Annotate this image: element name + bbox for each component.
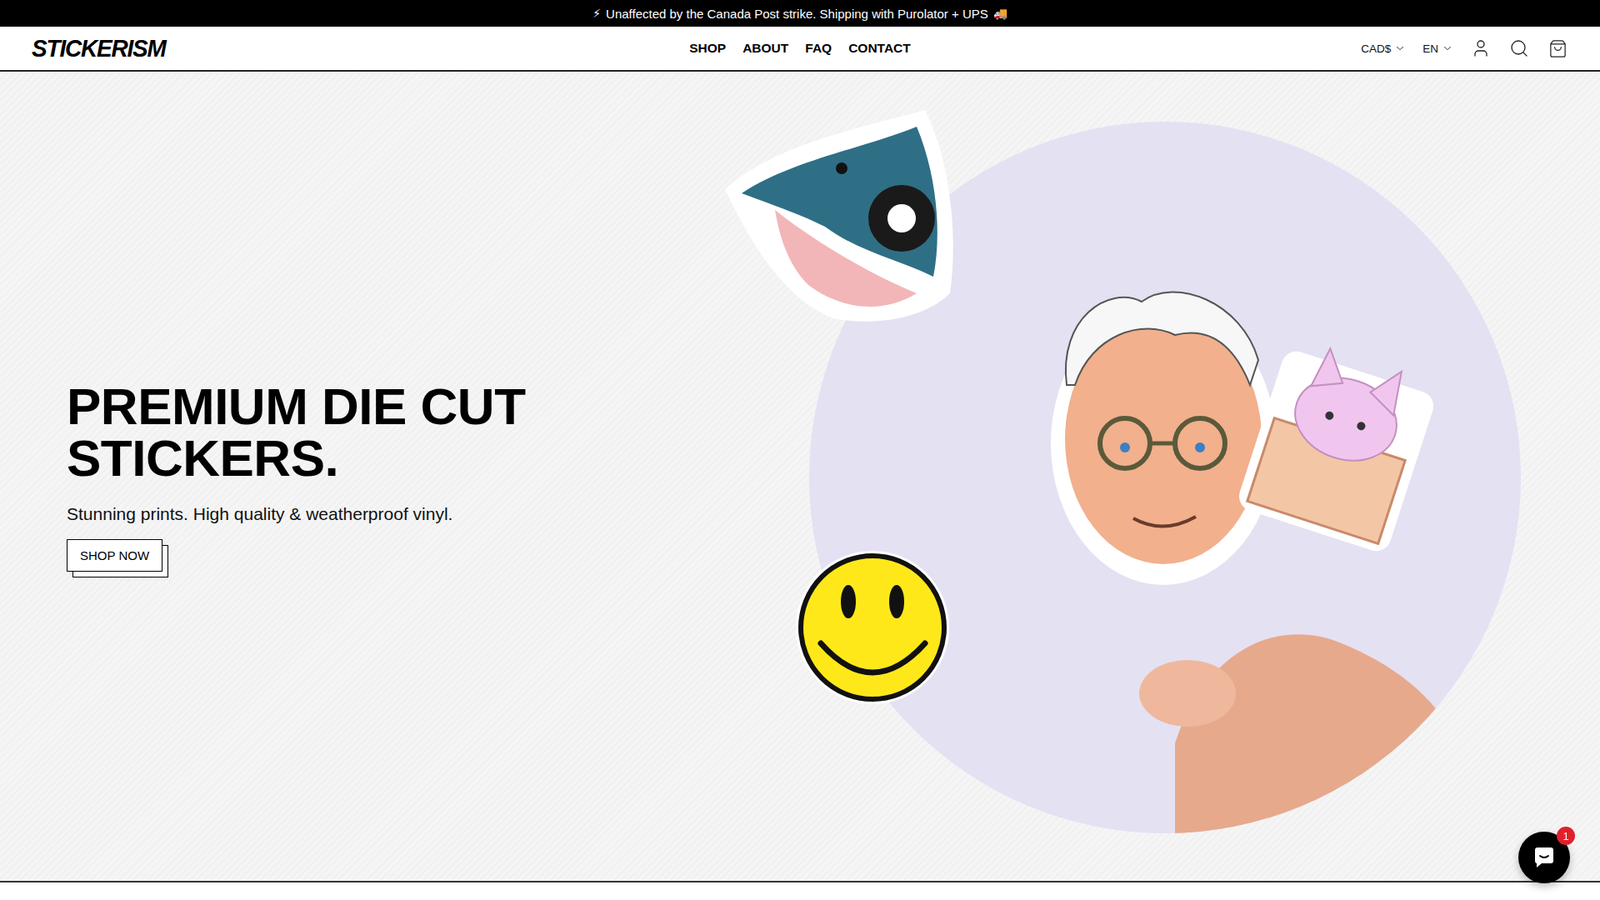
nav-link[interactable]: FAQ xyxy=(805,37,832,60)
bag-icon xyxy=(1548,39,1568,59)
currency-picker[interactable]: CAD$ xyxy=(1360,39,1406,59)
shop-now-button[interactable]: SHOP NOW xyxy=(66,539,163,572)
hero-title: PREMIUM DIE CUT STICKERS. xyxy=(66,380,667,485)
language-picker[interactable]: EN xyxy=(1422,39,1454,59)
smiley-sticker xyxy=(795,550,950,705)
hero-text: PREMIUM DIE CUT STICKERS. Stunning prints… xyxy=(0,380,709,572)
chat-badge: 1 xyxy=(1556,826,1575,845)
search-icon xyxy=(1509,38,1530,59)
hand-photo xyxy=(1139,634,1509,844)
hero-sticker-art xyxy=(708,110,1525,844)
nav-link[interactable]: SHOP xyxy=(689,37,726,60)
shark-sticker xyxy=(725,110,954,322)
page: ⚡ Unaffected by the Canada Post strike. S… xyxy=(0,0,1600,900)
search-button[interactable] xyxy=(1508,37,1530,60)
chat-bubble-icon xyxy=(1531,845,1557,870)
logo[interactable]: STICKERISM xyxy=(31,34,166,64)
nav-link[interactable]: CONTACT xyxy=(848,37,911,60)
chat-button[interactable]: 1 xyxy=(1518,831,1570,884)
chevron-down-icon xyxy=(1394,42,1406,55)
hero-subtitle: Stunning prints. High quality & weatherp… xyxy=(66,504,453,525)
portrait-sticker xyxy=(1050,291,1276,585)
cart-button[interactable] xyxy=(1546,37,1569,60)
lightning-icon: ⚡ xyxy=(592,6,601,20)
chevron-down-icon xyxy=(1441,42,1454,55)
announcement-text: Unaffected by the Canada Post strike. Sh… xyxy=(605,6,989,21)
nav-link[interactable]: ABOUT xyxy=(742,37,789,60)
announcement-bar: ⚡ Unaffected by the Canada Post strike. S… xyxy=(0,0,1600,27)
truck-icon: 🚚 xyxy=(993,6,1008,20)
site-header: STICKERISM SHOP ABOUT FAQ CONTACT CAD$ EN xyxy=(0,26,1600,72)
main-nav: SHOP ABOUT FAQ CONTACT xyxy=(689,37,911,60)
account-button[interactable] xyxy=(1470,37,1492,60)
user-icon xyxy=(1470,38,1491,59)
cat-sticker xyxy=(1235,335,1441,555)
hero: PREMIUM DIE CUT STICKERS. Stunning prints… xyxy=(0,71,1600,883)
header-tools: CAD$ EN xyxy=(1360,37,1569,60)
